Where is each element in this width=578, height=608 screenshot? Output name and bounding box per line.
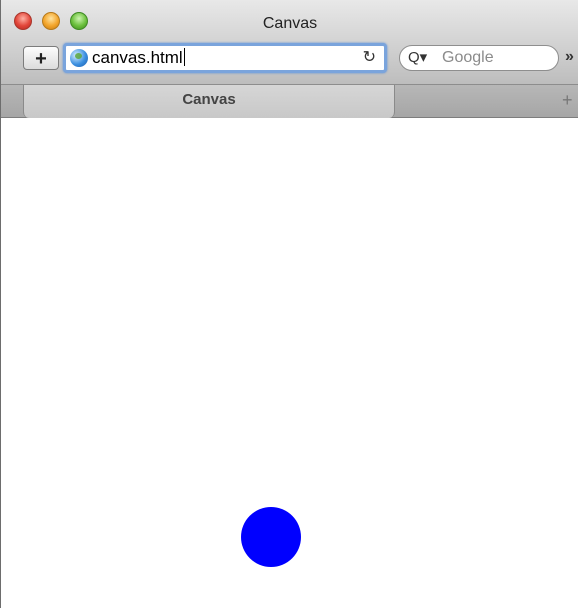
tab-bar: Canvas + <box>1 84 578 118</box>
search-field[interactable]: Q▾ Google <box>399 45 559 71</box>
search-icon[interactable]: Q▾ <box>408 48 427 68</box>
overflow-chevron-icon[interactable]: » <box>565 47 574 67</box>
title-bar: Canvas <box>1 0 578 36</box>
address-input[interactable]: canvas.html <box>92 47 185 69</box>
search-placeholder: Google <box>442 49 494 66</box>
reload-icon[interactable]: ↻ <box>363 47 376 69</box>
new-tab-icon[interactable]: + <box>562 88 573 112</box>
toolbar: + canvas.html ↻ Q▾ Google » <box>1 42 578 78</box>
address-bar[interactable]: canvas.html ↻ <box>63 43 387 73</box>
text-caret <box>183 48 185 66</box>
browser-window: Canvas + canvas.html ↻ Q▾ Google » Canva… <box>0 0 578 608</box>
blue-ball <box>241 507 301 567</box>
tab-canvas[interactable]: Canvas <box>23 85 395 118</box>
page-content <box>1 118 578 608</box>
window-chrome: Canvas + canvas.html ↻ Q▾ Google » <box>1 0 578 84</box>
globe-icon <box>70 49 88 67</box>
add-bookmark-button[interactable]: + <box>23 46 59 70</box>
window-title: Canvas <box>262 15 318 32</box>
